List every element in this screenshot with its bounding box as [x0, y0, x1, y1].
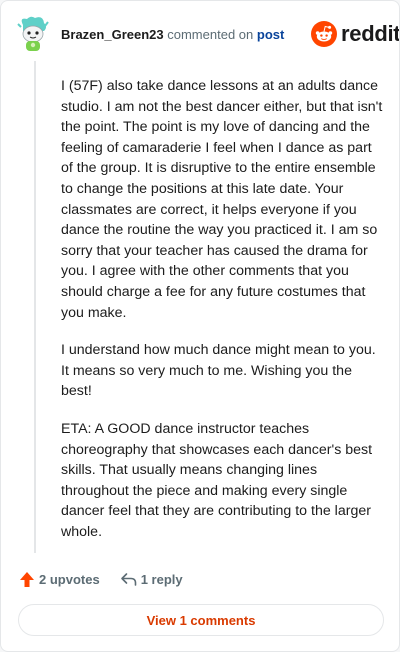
comment-paragraph: ETA: A GOOD dance instructor teaches cho… — [61, 420, 373, 540]
reddit-logo[interactable]: reddit — [311, 20, 400, 48]
reply-arrow-icon — [120, 572, 136, 586]
reddit-alien-icon — [311, 21, 337, 47]
comment-actions: 2 upvotes 1 reply — [19, 569, 183, 589]
comment-card: Brazen_Green23 commented on post reddit … — [0, 0, 400, 652]
comment-body: I (57F) also take dance lessons at an ad… — [61, 76, 383, 559]
post-link[interactable]: post — [257, 27, 284, 42]
upvote-button[interactable]: 2 upvotes — [19, 571, 100, 588]
action-text: commented on — [167, 27, 254, 42]
comment-paragraph: I (57F) also take dance lessons at an ad… — [61, 78, 383, 321]
snoo-avatar-icon — [17, 16, 49, 51]
thread-line — [34, 61, 36, 553]
view-comments-button[interactable]: View 1 comments — [18, 604, 384, 636]
upvote-arrow-icon — [20, 571, 34, 587]
reply-button[interactable]: 1 reply — [120, 572, 183, 587]
reply-count: 1 reply — [140, 571, 183, 587]
comment-paragraph: I understand how much dance might mean t… — [61, 342, 376, 400]
avatar[interactable] — [17, 15, 49, 53]
reddit-wordmark: reddit — [341, 21, 400, 46]
comment-header: Brazen_Green23 commented on post — [61, 27, 284, 43]
username[interactable]: Brazen_Green23 — [61, 27, 164, 42]
upvote-count: 2 upvotes — [39, 571, 100, 587]
